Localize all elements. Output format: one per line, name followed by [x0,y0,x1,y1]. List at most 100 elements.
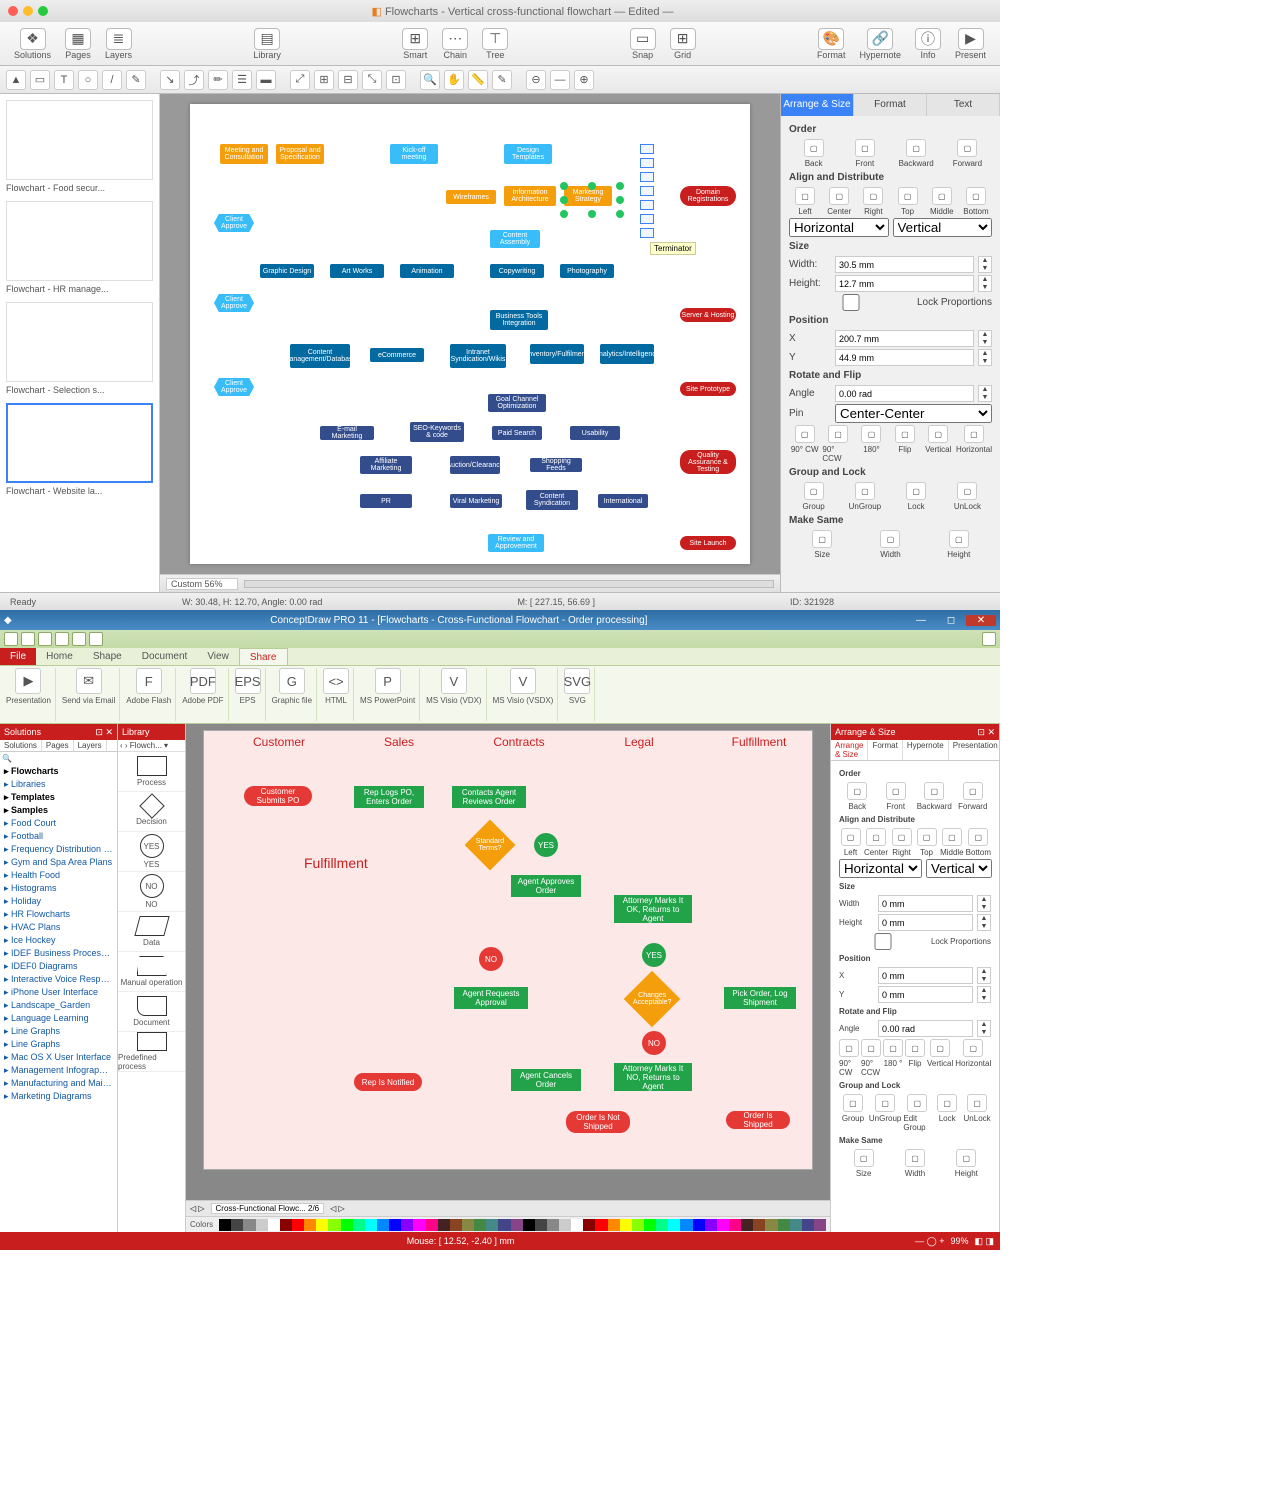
panel-pin-icon[interactable]: ⊡ ✕ [977,724,995,740]
y-input[interactable] [835,349,974,366]
lock-button[interactable]: ▢Lock [892,482,941,511]
color-swatch[interactable] [790,1219,802,1231]
h-scrollbar[interactable] [244,580,774,588]
zoom-traffic-light[interactable] [38,6,48,16]
toolbar-chain[interactable]: ⋯Chain [436,28,474,60]
back-button[interactable]: ▢Back [789,139,838,168]
ribbon-svg[interactable]: SVGSVG [560,668,595,721]
tool-icon[interactable]: 📏 [468,70,488,90]
front-button[interactable]: ▢Front [840,139,889,168]
qat-help[interactable] [982,632,996,646]
flow-node[interactable]: Business Tools Integration [490,310,548,330]
ribbon-tab-shape[interactable]: Shape [83,648,132,665]
color-swatch[interactable] [778,1219,790,1231]
distribute-v[interactable]: Vertical [893,218,993,237]
flow-node[interactable]: Art Works [330,264,384,278]
flow-node[interactable]: Analytics/Intelligence [600,344,654,364]
right-button[interactable]: ▢Right [890,828,913,857]
shape-stencil[interactable] [640,214,654,224]
lock-proportions[interactable] [789,294,913,311]
selection-handle[interactable] [588,182,596,190]
flow-node[interactable]: eCommerce [370,348,424,362]
tool-icon[interactable]: ▭ [30,70,50,90]
x-input[interactable] [835,330,974,347]
color-swatch[interactable] [426,1219,438,1231]
qat-save[interactable] [38,632,52,646]
tree-item[interactable]: ▸ Flowcharts [0,765,117,778]
color-swatch[interactable] [413,1219,425,1231]
flow-node[interactable]: Pick Order, Log Shipment [724,987,796,1009]
shape-no[interactable]: NONO [118,872,185,912]
tool-icon[interactable]: ⊕ [574,70,594,90]
bottom-button[interactable]: ▢Bottom [966,828,991,857]
edit-group-button[interactable]: ▢Edit Group [903,1094,931,1132]
flow-node[interactable]: PR [360,494,412,508]
ribbon-tab-home[interactable]: Home [36,648,83,665]
flow-node[interactable]: Shopping Feeds [530,458,582,472]
page-thumbnail[interactable] [6,100,153,180]
insp-tab-hypernote[interactable]: Hypernote [903,740,949,760]
shape-manual-operation[interactable]: Manual operation [118,952,185,992]
tree-item[interactable]: ▸ Holiday [0,895,117,908]
tool-icon[interactable]: ⤴ [184,70,204,90]
width-stepper[interactable]: ▲▼ [978,256,992,273]
tool-icon[interactable]: — [550,70,570,90]
tree-item[interactable]: ▸ HR Flowcharts [0,908,117,921]
90-cw-button[interactable]: ▢90° CW [839,1039,859,1077]
flow-node[interactable]: Intranet Syndication/Wikis [450,344,506,368]
ribbon-ms-visio-vdx-[interactable]: VMS Visio (VDX) [422,668,486,721]
flow-node[interactable]: Goal Channel Optimization [488,394,546,412]
color-swatch[interactable] [741,1219,753,1231]
tree-item[interactable]: ▸ IDEF0 Diagrams [0,960,117,973]
flow-node[interactable]: Content Assembly [490,230,540,248]
color-swatch[interactable] [644,1219,656,1231]
minimize-traffic-light[interactable] [23,6,33,16]
flow-node[interactable]: Attorney Marks It NO, Returns to Agent [614,1063,692,1091]
flow-node[interactable]: Domain Registrations [680,186,736,206]
color-swatch[interactable] [656,1219,668,1231]
flow-node[interactable]: Attorney Marks It OK, Returns to Agent [614,895,692,923]
selection-handle[interactable] [588,210,596,218]
color-swatch[interactable] [341,1219,353,1231]
flow-node[interactable]: Information Architecture [504,186,556,206]
180--button[interactable]: ▢180° [856,425,887,463]
forward-button[interactable]: ▢Forward [943,139,992,168]
height-button[interactable]: ▢Height [926,530,992,559]
flow-node[interactable]: Affiliate Marketing [360,456,412,474]
ribbon-tab-share[interactable]: Share [239,648,288,665]
flow-node[interactable]: Rep Is Notified [354,1073,422,1091]
flow-node[interactable]: Viral Marketing [450,494,502,508]
color-swatch[interactable] [365,1219,377,1231]
flow-node[interactable]: Paid Search [492,426,542,440]
tool-icon[interactable]: ✋ [444,70,464,90]
flow-node[interactable]: SEO-Keywords & code [410,422,464,442]
tree-item[interactable]: ▸ Management Infographics [0,1064,117,1077]
toolbar-smart[interactable]: ⊞Smart [396,28,434,60]
top-button[interactable]: ▢Top [915,828,938,857]
panel-pin-icon[interactable]: ⊡ ✕ [95,724,113,740]
toolbar-hypernote[interactable]: 🔗Hypernote [853,28,907,60]
tool-icon[interactable]: ⤡ [362,70,382,90]
ribbon-send-via-email[interactable]: ✉Send via Email [58,668,120,721]
tree-item[interactable]: ▸ HVAC Plans [0,921,117,934]
flow-node[interactable]: NO [479,947,503,971]
tool-icon[interactable]: ⊟ [338,70,358,90]
page-thumbnail[interactable] [6,302,153,382]
color-swatch[interactable] [377,1219,389,1231]
toolbar-info[interactable]: ⓘInfo [909,28,947,60]
flow-node[interactable]: Inventory/Fulfilment [530,344,584,364]
flow-node[interactable]: Quality Assurance & Testing [680,450,736,474]
90-cw-button[interactable]: ▢90° CW [789,425,820,463]
tree-item[interactable]: ▸ IDEF Business Process Diagrams [0,947,117,960]
flow-node[interactable]: Order Is Not Shipped [566,1111,630,1133]
selection-handle[interactable] [616,196,624,204]
center-button[interactable]: ▢Center [823,187,855,216]
flow-node[interactable]: Site Prototype [680,382,736,396]
shape-yes[interactable]: YESYES [118,832,185,872]
color-swatch[interactable] [328,1219,340,1231]
ribbon-adobe-pdf[interactable]: PDFAdobe PDF [178,668,228,721]
width-button[interactable]: ▢Width [857,530,923,559]
bottom-button[interactable]: ▢Bottom [960,187,992,216]
color-swatch[interactable] [632,1219,644,1231]
color-swatch[interactable] [316,1219,328,1231]
